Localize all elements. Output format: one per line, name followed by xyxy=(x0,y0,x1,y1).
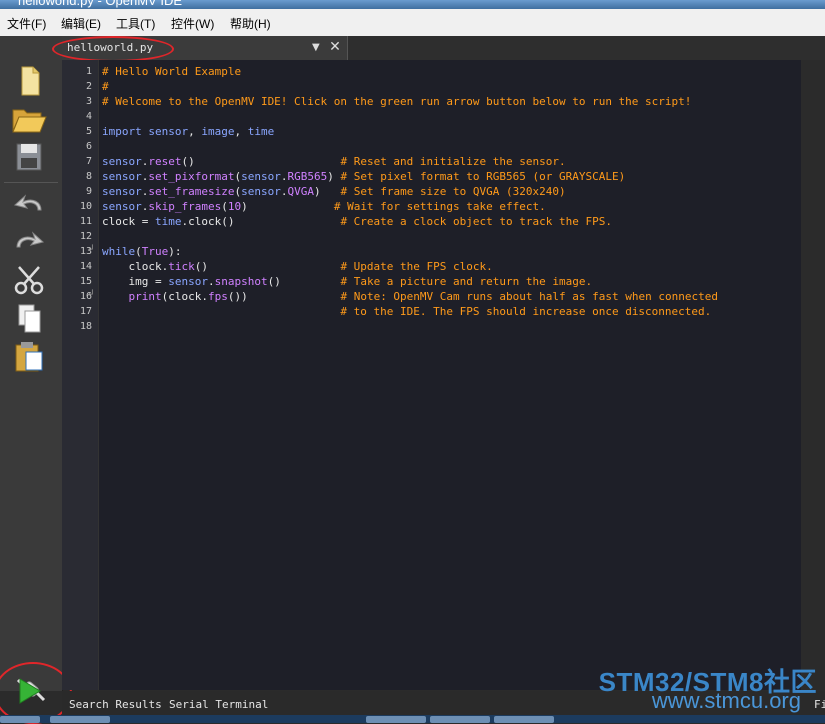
window-title: helloworld.py - OpenMV IDE xyxy=(18,0,183,8)
line-number: 4 xyxy=(85,111,92,122)
taskbar-item[interactable] xyxy=(494,716,554,723)
line-number: 6 xyxy=(85,141,92,152)
line-number: 12 xyxy=(79,231,92,242)
taskbar-item[interactable] xyxy=(50,716,110,723)
code-line[interactable]: img = sensor.snapshot() # Take a picture… xyxy=(102,274,718,289)
line-number: 7 xyxy=(85,156,92,167)
code-line[interactable]: sensor.set_framesize(sensor.QVGA) # Set … xyxy=(102,184,718,199)
code-line[interactable]: # xyxy=(102,79,718,94)
code-line[interactable]: # Welcome to the OpenMV IDE! Click on th… xyxy=(102,94,718,109)
line-number: 3 xyxy=(85,96,92,107)
line-number: 1 xyxy=(85,66,92,77)
code-line[interactable]: sensor.skip_frames(10) # Wait for settin… xyxy=(102,199,718,214)
undo-icon[interactable] xyxy=(9,188,49,222)
line-number: 5 xyxy=(85,126,92,137)
editor-tab-bar: helloworld.py ▼ ✕ xyxy=(62,36,825,60)
close-icon[interactable]: ✕ xyxy=(327,39,343,55)
watermark: STM32/STM8社区 www.stmcu.org xyxy=(588,662,825,713)
taskbar-item[interactable] xyxy=(430,716,490,723)
open-folder-icon[interactable] xyxy=(9,102,49,136)
paste-icon[interactable] xyxy=(9,339,49,373)
line-number: 15 xyxy=(79,276,92,287)
annotation-circle-tab xyxy=(52,36,174,62)
tab-serial-terminal[interactable]: Serial Terminal xyxy=(169,698,268,711)
menu-bar: 文件(F) 编辑(E) 工具(T) 控件(W) 帮助(H) xyxy=(0,9,825,37)
line-number: 8 xyxy=(85,171,92,182)
code-line[interactable]: while(True): xyxy=(102,244,718,259)
taskbar-item[interactable] xyxy=(366,716,426,723)
code-line[interactable]: sensor.set_pixformat(sensor.RGB565) # Se… xyxy=(102,169,718,184)
window-title-bar: helloworld.py - OpenMV IDE xyxy=(0,0,825,9)
code-line[interactable] xyxy=(102,139,718,154)
line-number: 14 xyxy=(79,261,92,272)
code-line[interactable]: clock.tick() # Update the FPS clock. xyxy=(102,259,718,274)
tab-search-results[interactable]: Search Results xyxy=(69,698,162,711)
menu-tools[interactable]: 工具(T) xyxy=(116,15,155,32)
code-line[interactable]: # to the IDE. The FPS should increase on… xyxy=(102,304,718,319)
vertical-scrollbar[interactable] xyxy=(801,60,825,690)
fold-marker-icon[interactable]: ↲ xyxy=(87,244,95,254)
code-line[interactable]: sensor.reset() # Reset and initialize th… xyxy=(102,154,718,169)
line-number: 9 xyxy=(85,186,92,197)
taskbar-item[interactable] xyxy=(0,716,40,723)
menu-file[interactable]: 文件(F) xyxy=(7,15,46,32)
fold-marker-icon[interactable]: ↲ xyxy=(87,289,95,299)
code-line[interactable]: import sensor, image, time xyxy=(102,124,718,139)
code-line[interactable]: clock = time.clock() # Create a clock ob… xyxy=(102,214,718,229)
os-taskbar xyxy=(0,715,825,723)
line-number: 17 xyxy=(79,306,92,317)
new-file-icon[interactable] xyxy=(9,64,49,98)
menu-help[interactable]: 帮助(H) xyxy=(230,15,271,32)
redo-icon[interactable] xyxy=(9,225,49,259)
code-line[interactable] xyxy=(102,229,718,244)
line-number: 18 xyxy=(79,321,92,332)
cut-icon[interactable] xyxy=(9,263,49,297)
menu-edit[interactable]: 编辑(E) xyxy=(61,15,101,32)
line-number: 11 xyxy=(79,216,92,227)
copy-icon[interactable] xyxy=(9,301,49,335)
line-number: 2 xyxy=(85,81,92,92)
code-line[interactable] xyxy=(102,109,718,124)
code-line[interactable]: # Hello World Example xyxy=(102,64,718,79)
code-line[interactable]: print(clock.fps()) # Note: OpenMV Cam ru… xyxy=(102,289,718,304)
chevron-down-icon[interactable]: ▼ xyxy=(312,42,320,53)
line-number-gutter: 1 2 3 4 5 6 7 8 9 10 11 12 13 14 15 16 1… xyxy=(62,60,99,690)
code-editor[interactable]: 1 2 3 4 5 6 7 8 9 10 11 12 13 14 15 16 1… xyxy=(62,60,825,690)
line-number: 10 xyxy=(79,201,92,212)
left-toolbar xyxy=(0,36,63,702)
code-text[interactable]: # Hello World Example # # Welcome to the O… xyxy=(102,64,718,334)
save-icon[interactable] xyxy=(9,140,49,174)
menu-widgets[interactable]: 控件(W) xyxy=(171,15,214,32)
code-line[interactable] xyxy=(102,319,718,334)
watermark-line2: www.stmcu.org xyxy=(651,688,801,713)
